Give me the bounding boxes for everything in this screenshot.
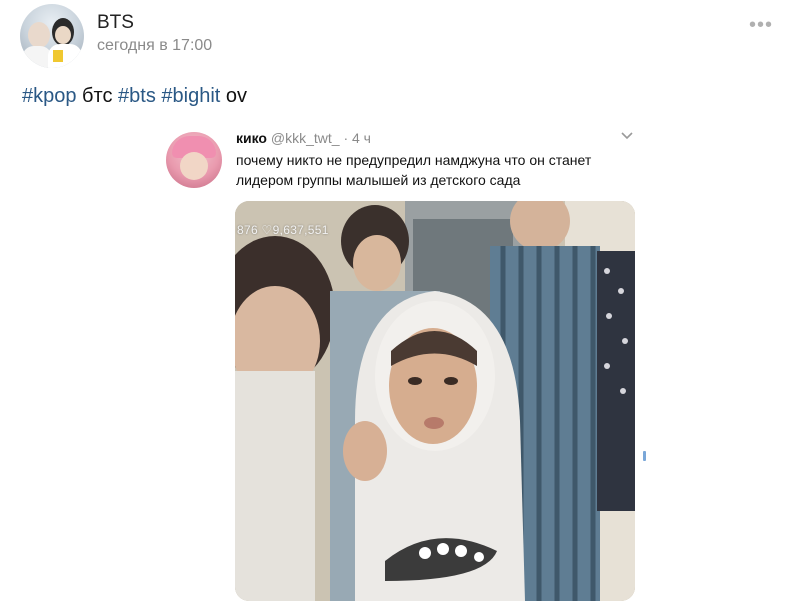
hashtag-kpop[interactable]: #kpop bbox=[22, 85, 77, 107]
tweet-header: кико @kkk_twt_ · 4 ч bbox=[236, 130, 371, 146]
post-text: #kpop бтс #bts #bighit ov bbox=[22, 85, 247, 108]
hashtag-bighit[interactable]: #bighit bbox=[161, 85, 220, 107]
post-avatar[interactable] bbox=[20, 4, 84, 68]
post-text-word: бтс bbox=[76, 85, 119, 107]
video-view-count: 876 ♡9,637,551 bbox=[237, 223, 329, 237]
tweet-meta: @kkk_twt_ · 4 ч bbox=[267, 130, 371, 146]
tweet-text: почему никто не предупредил намджуна что… bbox=[236, 152, 592, 188]
chevron-down-icon bbox=[620, 128, 634, 144]
post-text-tail: ov bbox=[220, 85, 248, 107]
more-dots-icon[interactable]: ••• bbox=[749, 14, 773, 37]
tweet-author-name: кико bbox=[236, 130, 267, 146]
hashtag-bts[interactable]: #bts bbox=[118, 85, 156, 107]
post-author-name[interactable]: BTS bbox=[97, 12, 134, 34]
post-timestamp[interactable]: сегодня в 17:00 bbox=[97, 37, 212, 55]
video-frame-image bbox=[235, 201, 635, 601]
scroll-indicator[interactable] bbox=[643, 451, 646, 461]
tweet-author-avatar bbox=[166, 132, 222, 188]
tweet-video-frame[interactable]: 876 ♡9,637,551 bbox=[235, 201, 635, 601]
